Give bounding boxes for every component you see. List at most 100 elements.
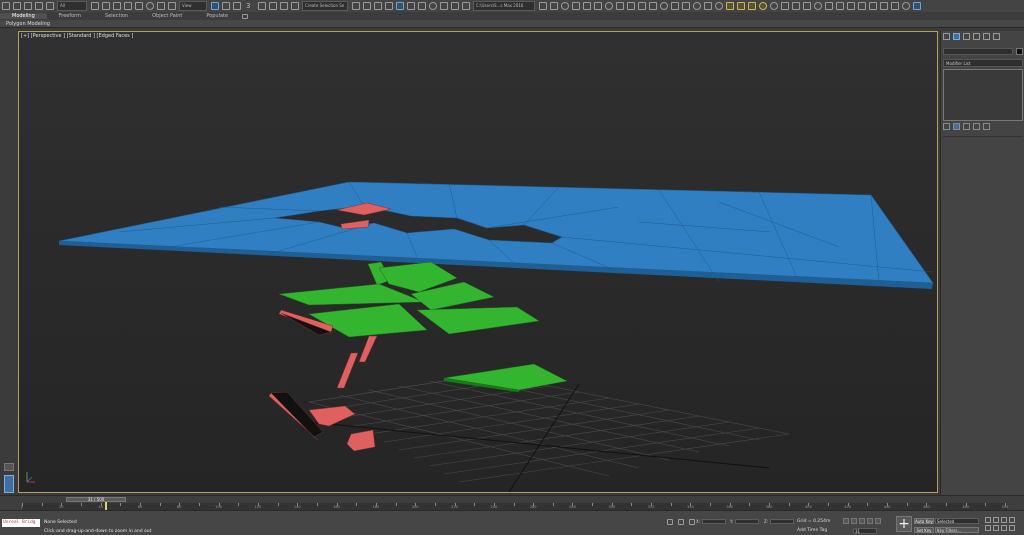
show-end-result-icon[interactable]: [953, 123, 960, 130]
vray-fur-icon[interactable]: [781, 2, 789, 10]
zoom-extents-all-icon[interactable]: [1009, 517, 1015, 523]
layer-explorer-icon[interactable]: [385, 2, 393, 10]
toggle-scene-explorer-icon[interactable]: [374, 2, 382, 10]
project-path-dropdown[interactable]: C:\Users\S...s Max 2016: [473, 1, 535, 11]
y-field[interactable]: [735, 519, 760, 524]
maxscript-listener-field[interactable]: Unreal Bridg: [2, 519, 40, 527]
modifier-stack-list[interactable]: [943, 69, 1023, 121]
zoom-extents-icon[interactable]: [1001, 517, 1007, 523]
exposure-control-icon[interactable]: [660, 2, 668, 10]
play-indicator-icon[interactable]: [4, 463, 14, 471]
display-tab-icon[interactable]: [983, 33, 990, 40]
rectangular-selection-icon[interactable]: [113, 2, 121, 10]
help-globe-icon[interactable]: [902, 2, 910, 10]
absolute-mode-icon[interactable]: [689, 519, 695, 525]
render-iterative-icon[interactable]: [572, 2, 580, 10]
named-selection-set-dropdown[interactable]: Create Selection Se: [302, 1, 348, 11]
lightmap-icon[interactable]: [682, 2, 690, 10]
auto-key-button[interactable]: Auto Key: [914, 518, 934, 524]
keyboard-shortcut-icon[interactable]: [233, 2, 241, 10]
project-folder-icon[interactable]: [539, 2, 547, 10]
vray-dome-light-icon[interactable]: [737, 2, 745, 10]
modifier-list-dropdown[interactable]: Modifier List: [943, 59, 1023, 67]
orbit-icon[interactable]: [1001, 525, 1007, 531]
selection-filter-dropdown[interactable]: All: [57, 1, 87, 11]
select-object-icon[interactable]: [91, 2, 99, 10]
panorama-icon[interactable]: [671, 2, 679, 10]
object-color-swatch[interactable]: [1016, 48, 1023, 55]
field-of-view-icon[interactable]: [985, 525, 991, 531]
batch-render-icon[interactable]: [627, 2, 635, 10]
environment-icon[interactable]: [605, 2, 613, 10]
render-production-icon[interactable]: [561, 2, 569, 10]
select-manipulate-icon[interactable]: [222, 2, 230, 10]
curve-editor-icon[interactable]: [407, 2, 415, 10]
vray-scene-icon[interactable]: [869, 2, 877, 10]
material-editor-icon[interactable]: [429, 2, 437, 10]
mirror-icon[interactable]: [352, 2, 360, 10]
utilities-tab-icon[interactable]: [993, 33, 1000, 40]
redo-icon[interactable]: [13, 2, 21, 10]
viewport-layout-icon[interactable]: [4, 475, 14, 493]
isolate-selection-icon[interactable]: [667, 519, 673, 525]
modify-tab-icon[interactable]: [953, 33, 960, 40]
tab-selection[interactable]: Selection: [93, 13, 140, 19]
unlink-icon[interactable]: [35, 2, 43, 10]
undo-icon[interactable]: [2, 2, 10, 10]
render-in-cloud-icon[interactable]: [594, 2, 602, 10]
maxscript-icon[interactable]: [550, 2, 558, 10]
link-icon[interactable]: [24, 2, 32, 10]
scene-states-icon[interactable]: [616, 2, 624, 10]
vray-proxy-icon[interactable]: [792, 2, 800, 10]
active-shade-icon[interactable]: [583, 2, 591, 10]
next-frame-icon[interactable]: [867, 518, 873, 524]
render-icon[interactable]: [462, 2, 470, 10]
create-tab-icon[interactable]: [943, 33, 950, 40]
previous-frame-icon[interactable]: [851, 518, 857, 524]
vray-sphere-icon[interactable]: [814, 2, 822, 10]
print-size-icon[interactable]: [638, 2, 646, 10]
selection-lock-icon[interactable]: [678, 519, 684, 525]
maximize-viewport-icon[interactable]: [1009, 525, 1015, 531]
schematic-view-icon[interactable]: [418, 2, 426, 10]
window-crossing-icon[interactable]: [124, 2, 132, 10]
vray-decal-icon[interactable]: [858, 2, 866, 10]
vray-ies-light-icon[interactable]: [748, 2, 756, 10]
vray-material-icon[interactable]: [891, 2, 899, 10]
z-field[interactable]: [770, 519, 795, 524]
remove-modifier-icon[interactable]: [973, 123, 980, 130]
go-to-start-icon[interactable]: [843, 518, 849, 524]
ribbon-toggle-icon[interactable]: [396, 2, 404, 10]
pan-icon[interactable]: [993, 525, 999, 531]
workspace-icon[interactable]: [913, 2, 921, 10]
zoom-icon[interactable]: [985, 517, 991, 523]
vray-vrscene-export-icon[interactable]: [880, 2, 888, 10]
motion-tab-icon[interactable]: [973, 33, 980, 40]
percent-snap-icon[interactable]: [269, 2, 277, 10]
vray-sun-icon[interactable]: [726, 2, 734, 10]
selection-filter-key-dropdown[interactable]: Selected: [935, 518, 979, 524]
zoom-all-icon[interactable]: [993, 517, 999, 523]
ribbon-options-icon[interactable]: [242, 13, 249, 19]
angle-snap-icon[interactable]: [258, 2, 266, 10]
select-by-name-icon[interactable]: [102, 2, 110, 10]
go-to-end-icon[interactable]: [875, 518, 881, 524]
tab-freeform[interactable]: Freeform: [47, 13, 93, 19]
make-unique-icon[interactable]: [963, 123, 970, 130]
placement-icon[interactable]: [168, 2, 176, 10]
snap-toggle-button[interactable]: 3: [244, 2, 254, 10]
perspective-viewport[interactable]: [+] [Perspective ] [Standard ] [Edged Fa…: [18, 31, 938, 493]
vray-frame-buffer-icon[interactable]: [704, 2, 712, 10]
vray-ambient-light-icon[interactable]: [759, 2, 767, 10]
bind-space-warp-icon[interactable]: [46, 2, 54, 10]
vray-plane-icon[interactable]: [803, 2, 811, 10]
ribbon-panel-polygon-modeling[interactable]: Polygon Modeling: [0, 20, 1024, 28]
rendered-frame-window-icon[interactable]: [451, 2, 459, 10]
viewport-label-menu[interactable]: [+] [Perspective ] [Standard ] [Edged Fa…: [21, 33, 133, 39]
image-viewer-icon[interactable]: [649, 2, 657, 10]
play-icon[interactable]: [859, 518, 865, 524]
add-time-tag-button[interactable]: Add Time Tag: [797, 528, 827, 533]
scale-icon[interactable]: [157, 2, 165, 10]
render-setup-icon[interactable]: [440, 2, 448, 10]
current-frame-field[interactable]: 31: [853, 528, 877, 534]
